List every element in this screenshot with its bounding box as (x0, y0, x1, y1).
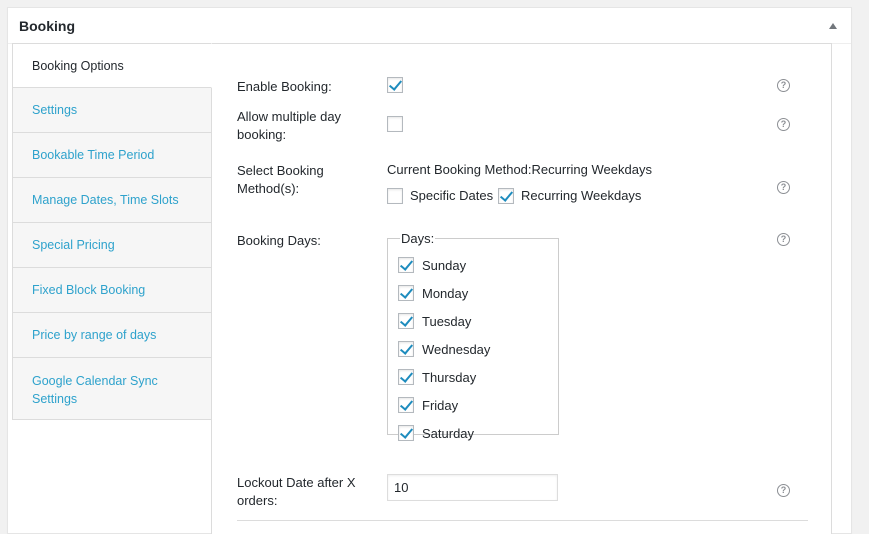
day-checkbox[interactable] (398, 257, 414, 273)
day-label: Tuesday (422, 313, 472, 329)
tab-fixed-block-booking[interactable]: Fixed Block Booking (12, 268, 212, 313)
day-thursday[interactable]: Thursday (398, 368, 476, 386)
booking-method-label: Select Booking Method(s): (237, 163, 324, 196)
day-label: Thursday (422, 369, 477, 385)
specific-dates-checkbox[interactable] (387, 188, 403, 204)
question-circle-icon[interactable]: ? (777, 79, 790, 92)
tab-label: Bookable Time Period (32, 148, 155, 162)
day-checkbox[interactable] (398, 425, 414, 441)
enable-booking-label: Enable Booking: (237, 79, 332, 94)
booking-options-panel: Enable Booking: ? Allow multiple day boo… (211, 43, 832, 534)
tab-google-calendar-sync-settings[interactable]: Google Calendar Sync Settings (12, 358, 212, 420)
tab-booking-options[interactable]: Booking Options (12, 43, 212, 88)
tab-price-by-range-of-days[interactable]: Price by range of days (12, 313, 212, 358)
day-tuesday[interactable]: Tuesday (398, 312, 471, 330)
day-checkbox[interactable] (398, 313, 414, 329)
current-booking-method-text: Current Booking Method:Recurring Weekday… (387, 162, 652, 177)
enable-booking-checkbox[interactable] (387, 77, 403, 93)
collapse-arrow-icon[interactable] (829, 23, 837, 29)
day-checkbox[interactable] (398, 341, 414, 357)
tab-label: Booking Options (32, 58, 124, 73)
day-label: Monday (422, 285, 469, 301)
tab-label: Fixed Block Booking (32, 283, 146, 297)
postbox-title: Booking (19, 18, 75, 34)
day-friday[interactable]: Friday (398, 396, 458, 414)
tab-label: Google Calendar Sync Settings (32, 374, 158, 406)
tab-list: Booking Options Settings Bookable Time P… (12, 43, 212, 420)
tab-settings[interactable]: Settings (12, 88, 212, 133)
tab-label: Special Pricing (32, 238, 115, 252)
day-label: Saturday (422, 425, 475, 441)
day-label: Friday (422, 397, 459, 413)
lockout-input[interactable] (387, 474, 558, 501)
question-circle-icon[interactable]: ? (777, 118, 790, 131)
booking-content: Booking Options Settings Bookable Time P… (12, 43, 832, 534)
postbox-header[interactable]: Booking (8, 8, 851, 44)
day-label: Sunday (422, 257, 467, 273)
recurring-weekdays-label: Recurring Weekdays (521, 188, 642, 203)
booking-days-row: Booking Days: Days: Sunday Monday Tuesda… (237, 231, 807, 443)
days-fieldset: Days: Sunday Monday Tuesday Wednesday Th… (387, 231, 559, 441)
multiple-day-checkbox[interactable] (387, 116, 403, 132)
days-legend: Days: (401, 231, 435, 246)
tab-special-pricing[interactable]: Special Pricing (12, 223, 212, 268)
recurring-weekdays-checkbox[interactable] (498, 188, 514, 204)
day-checkbox[interactable] (398, 397, 414, 413)
day-saturday[interactable]: Saturday (398, 424, 474, 442)
question-circle-icon[interactable]: ? (777, 233, 790, 246)
tab-label: Settings (32, 103, 78, 117)
enable-booking-row: Enable Booking: ? (237, 77, 807, 97)
tab-bookable-time-period[interactable]: Bookable Time Period (12, 133, 212, 178)
tab-manage-dates-time-slots[interactable]: Manage Dates, Time Slots (12, 178, 212, 223)
section-divider (237, 520, 808, 521)
booking-method-row: Select Booking Method(s): Current Bookin… (237, 162, 807, 212)
specific-dates-label: Specific Dates (410, 188, 494, 203)
day-sunday[interactable]: Sunday (398, 256, 466, 274)
booking-days-label: Booking Days: (237, 233, 321, 248)
day-checkbox[interactable] (398, 369, 414, 385)
day-wednesday[interactable]: Wednesday (398, 340, 490, 358)
question-circle-icon[interactable]: ? (777, 484, 790, 497)
multiple-day-row: Allow multiple day booking: ? (237, 108, 807, 144)
lockout-row: Lockout Date after X orders: ? (237, 474, 807, 510)
lockout-label: Lockout Date after X orders: (237, 475, 356, 508)
day-monday[interactable]: Monday (398, 284, 468, 302)
question-circle-icon[interactable]: ? (777, 181, 790, 194)
tab-label: Price by range of days (32, 328, 157, 342)
day-checkbox[interactable] (398, 285, 414, 301)
day-label: Wednesday (422, 341, 491, 357)
tab-label: Manage Dates, Time Slots (32, 193, 179, 207)
multiple-day-label: Allow multiple day booking: (237, 109, 342, 142)
